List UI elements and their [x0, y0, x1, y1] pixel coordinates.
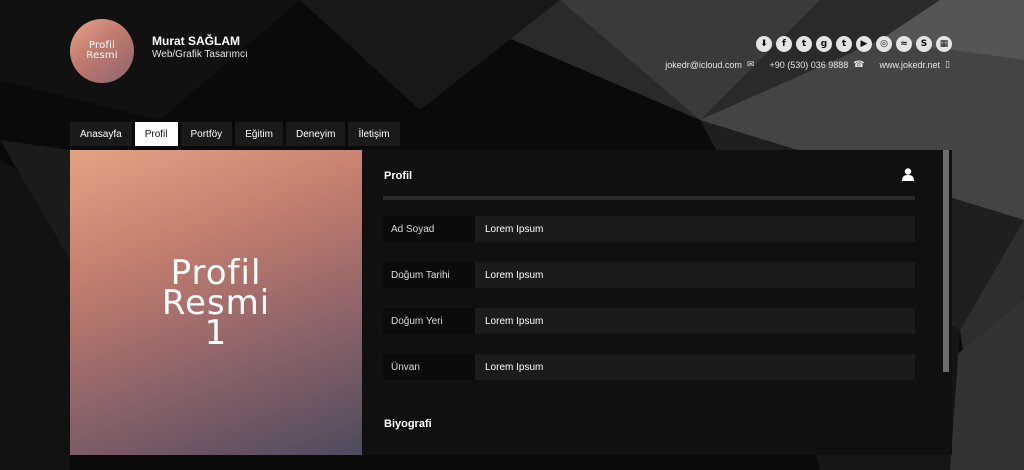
info-label: Ünvan	[383, 354, 475, 380]
google-plus-icon[interactable]: g	[816, 36, 832, 52]
info-row-dogum-tarihi: Doğum Tarihi Lorem Ipsum	[383, 262, 915, 288]
info-value: Lorem Ipsum	[485, 223, 544, 235]
mobile-icon: ▯	[945, 60, 950, 70]
info-label: Doğum Yeri	[383, 308, 475, 334]
section-divider	[383, 196, 915, 200]
tab-profil[interactable]: Profil	[134, 122, 178, 146]
panel-scrollbar[interactable]	[943, 150, 949, 372]
tab-deneyim[interactable]: Deneyim	[285, 122, 346, 146]
profile-name: Murat SAĞLAM	[152, 34, 240, 48]
bio-section-title: Biyografi	[384, 418, 432, 430]
profile-section-title: Profil	[384, 170, 413, 182]
email-text[interactable]: jokedr@icloud.com	[665, 60, 742, 70]
info-value: Lorem Ipsum	[485, 361, 544, 373]
envelope-icon: ✉	[746, 60, 755, 70]
website-text[interactable]: www.jokedr.net	[880, 60, 941, 70]
info-row-ad-soyad: Ad Soyad Lorem Ipsum	[383, 216, 915, 242]
info-value: Lorem Ipsum	[485, 269, 544, 281]
youtube-icon[interactable]: ▶	[856, 36, 872, 52]
contact-bar: jokedr@icloud.com ✉ +90 (530) 036 9888 ☎…	[665, 60, 950, 70]
tab-egitim[interactable]: Eğitim	[235, 122, 283, 146]
profile-panel: Profil Ad Soyad Lorem Ipsum Doğum Tarihi…	[362, 150, 952, 455]
instagram-icon[interactable]: ◎	[876, 36, 892, 52]
skype-icon[interactable]: S	[916, 36, 932, 52]
download-icon[interactable]: ⬇	[756, 36, 772, 52]
hero-text-line3: 1	[204, 312, 228, 353]
other-icon[interactable]: ▦	[936, 36, 952, 52]
tumblr-icon[interactable]: t	[836, 36, 852, 52]
avatar-text-line2: Resmi	[86, 50, 118, 61]
telephone-icon: ☎	[853, 60, 865, 70]
phone-text[interactable]: +90 (530) 036 9888	[769, 60, 848, 70]
info-value: Lorem Ipsum	[485, 315, 544, 327]
info-row-unvan: Ünvan Lorem Ipsum	[383, 354, 915, 380]
social-icons: ⬇ f t g t ▶ ◎ ≈ S ▦	[756, 36, 952, 52]
avatar[interactable]: Profil Resmi	[70, 19, 134, 83]
deviantart-icon[interactable]: ≈	[896, 36, 912, 52]
nav-tabs: Anasayfa Profil Portföy Eğitim Deneyim İ…	[70, 122, 400, 146]
info-row-dogum-yeri: Doğum Yeri Lorem Ipsum	[383, 308, 915, 334]
profile-title: Web/Grafik Tasarımcı	[152, 49, 248, 60]
profile-picture: Profil Resmi 1	[70, 150, 362, 455]
user-icon	[902, 168, 914, 181]
info-label: Ad Soyad	[383, 216, 475, 242]
tab-anasayfa[interactable]: Anasayfa	[70, 122, 132, 146]
info-label: Doğum Tarihi	[383, 262, 475, 288]
tab-portfoy[interactable]: Portföy	[180, 122, 233, 146]
facebook-icon[interactable]: f	[776, 36, 792, 52]
twitter-icon[interactable]: t	[796, 36, 812, 52]
tab-iletisim[interactable]: İletişim	[348, 122, 400, 146]
